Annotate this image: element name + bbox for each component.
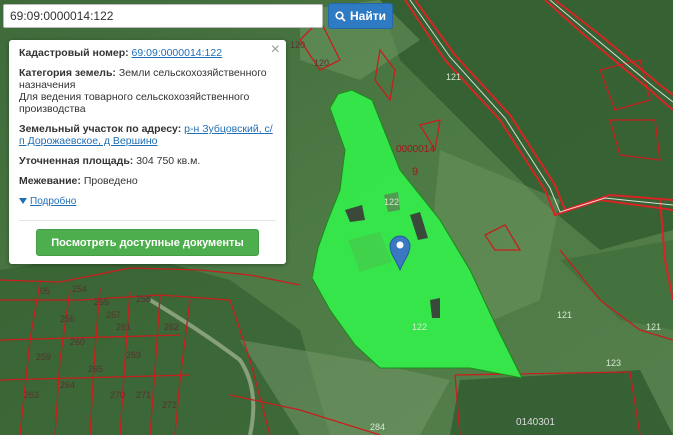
cadastral-row: Кадастровый номер: 69:09:0000014:122	[19, 47, 276, 59]
address-row: Земельный участок по адресу: р-н Зубцовс…	[19, 123, 276, 147]
category-row: Категория земель: Земли сельскохозяйстве…	[19, 67, 276, 115]
parcel-label: 254	[72, 284, 87, 294]
area-row: Уточненная площадь: 304 750 кв.м.	[19, 155, 276, 167]
parcel-label: 260	[70, 337, 85, 347]
quarter-label: 0000014	[396, 144, 435, 155]
parcel-label: 270	[110, 390, 125, 400]
parcel-label: 120	[314, 58, 329, 68]
more-details-link[interactable]: Подробно	[19, 196, 76, 207]
area-value: 304 750 кв.м.	[136, 155, 201, 167]
parcel-label: 264	[60, 380, 75, 390]
parcel-label: 256	[60, 314, 75, 324]
parcel-label: 265	[88, 364, 103, 374]
parcel-label: 122	[384, 197, 399, 207]
survey-value: Проведено	[83, 175, 138, 187]
survey-label: Межевание:	[19, 175, 81, 187]
cadastral-label: Кадастровый номер:	[19, 47, 129, 59]
triangle-down-icon	[19, 198, 27, 204]
parcel-label: 262	[164, 322, 179, 332]
parcel-label: 261	[116, 322, 131, 332]
parcel-label: 258	[136, 294, 151, 304]
search-icon	[335, 10, 346, 22]
parcel-label: 255	[94, 297, 109, 307]
search-button-label: Найти	[350, 9, 386, 23]
search-button[interactable]: Найти	[328, 3, 393, 29]
survey-row: Межевание: Проведено	[19, 175, 276, 187]
parcel-label: 269	[126, 350, 141, 360]
parcel-label: 272	[162, 400, 177, 410]
parcel-label: 05	[40, 286, 50, 296]
parcel-label: 121	[646, 322, 661, 332]
parcel-info-popup: × Кадастровый номер: 69:09:0000014:122 К…	[9, 40, 286, 264]
purpose-value: Для ведения товарного сельскохозяйственн…	[19, 91, 250, 115]
divider	[19, 220, 276, 221]
parcel-label: 121	[446, 72, 461, 82]
more-details-label: Подробно	[30, 195, 77, 207]
area-label: Уточненная площадь:	[19, 155, 134, 167]
parcel-label: 271	[136, 390, 151, 400]
search-input[interactable]	[3, 4, 323, 28]
cadastral-number-link[interactable]: 69:09:0000014:122	[132, 47, 223, 59]
address-label: Земельный участок по адресу:	[19, 123, 182, 135]
parcel-label: 259	[36, 352, 51, 362]
view-documents-button[interactable]: Посмотреть доступные документы	[36, 229, 259, 256]
parcel-label: 121	[557, 310, 572, 320]
parcel-label: 122	[412, 322, 427, 332]
bottom-quarter-label: 0140301	[516, 417, 555, 428]
close-icon[interactable]: ×	[271, 42, 280, 58]
parcel-label: 120	[290, 40, 305, 50]
parcel-label: 263	[24, 390, 39, 400]
category-label: Категория земель:	[19, 67, 116, 79]
parcel-label: 123	[606, 358, 621, 368]
quarter-suffix: 9	[412, 166, 418, 178]
parcel-label: 257	[106, 310, 121, 320]
parcel-label: 284	[370, 422, 385, 432]
